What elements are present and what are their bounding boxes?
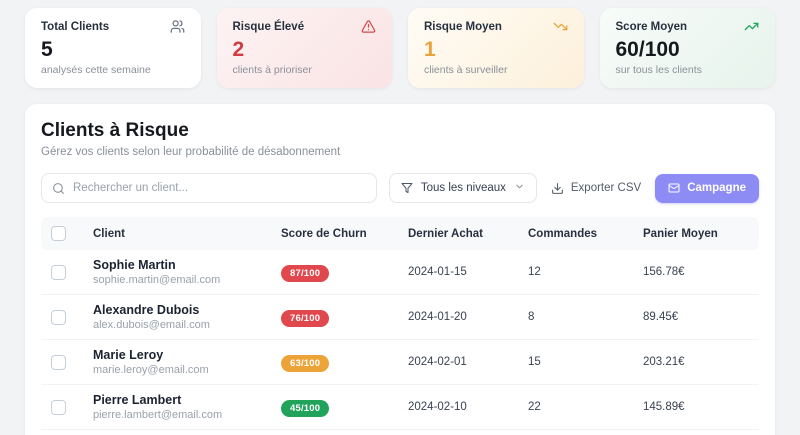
average-basket: 156.78€ [643,250,759,296]
average-basket: 198.76€ [643,429,759,435]
alert-triangle-icon [361,19,376,34]
column-header-score: Score de Churn [281,217,408,251]
stat-label: Score Moyen [615,20,688,33]
client-email: marie.leroy@email.com [93,364,209,377]
last-purchase-date: 2024-02-15 [408,429,528,435]
average-basket: 89.45€ [643,294,759,341]
client-email: alex.dubois@email.com [93,319,210,332]
row-checkbox[interactable] [51,399,66,415]
table-row: Marie Leroy marie.leroy@email.com 63/100… [41,339,759,386]
campaign-button[interactable]: Campagne [655,173,759,203]
stat-value: 5 [41,38,53,61]
clients-panel: Clients à Risque Gérez vos clients selon… [25,104,775,435]
client-email: pierre.lambert@email.com [93,409,223,422]
column-header-dernier-achat: Dernier Achat [408,217,528,251]
row-checkbox[interactable] [51,264,66,280]
client-email: sophie.martin@email.com [93,274,221,287]
stat-subtext: clients à surveiller [424,64,508,77]
trending-up-icon [744,19,759,34]
column-header-client: Client [93,217,281,251]
stat-card-total-clients: Total Clients 5 analysés cette semaine [25,8,201,89]
table-row: Camille Moreau camille.moreau@email.com … [41,429,759,435]
orders-count: 8 [528,294,643,341]
client-name: Sophie Martin [93,258,176,273]
orders-count: 12 [528,250,643,296]
orders-count: 15 [528,339,643,386]
campaign-label: Campagne [687,182,746,195]
level-filter-select[interactable]: Tous les niveaux [388,173,537,204]
table-header-row: Client Score de Churn Dernier Achat Comm… [41,217,759,251]
orders-count: 35 [528,429,643,435]
stat-label: Risque Élevé [232,20,305,33]
select-all-checkbox[interactable] [51,226,66,242]
stat-card-score-moyen: Score Moyen 60/100 sur tous les clients [599,8,775,89]
stat-card-risque-moyen: Risque Moyen 1 clients à surveiller [408,8,584,89]
stat-subtext: clients à prioriser [232,64,312,77]
last-purchase-date: 2024-02-01 [408,339,528,386]
churn-score-badge: 63/100 [281,354,330,372]
stat-value: 60/100 [615,38,680,61]
trending-down-icon [553,19,568,34]
download-icon [551,182,563,194]
filter-icon [401,183,413,194]
churn-score-badge: 76/100 [281,309,330,327]
dashboard-page: Total Clients 5 analysés cette semaine R… [0,0,800,435]
page-title: Clients à Risque [41,120,189,142]
stat-subtext: analysés cette semaine [41,64,151,77]
table-row: Alexandre Dubois alex.dubois@email.com 7… [41,294,759,341]
page-subtitle: Gérez vos clients selon leur probabilité… [41,146,341,159]
average-basket: 203.21€ [643,339,759,386]
stat-label: Total Clients [41,20,110,33]
search-input[interactable] [73,182,366,195]
churn-score-badge: 87/100 [281,264,330,282]
chevron-down-icon [514,179,525,197]
stats-row: Total Clients 5 analysés cette semaine R… [25,8,775,89]
table-row: Pierre Lambert pierre.lambert@email.com … [41,384,759,431]
export-csv-label: Exporter CSV [570,182,642,195]
clients-table: Client Score de Churn Dernier Achat Comm… [41,217,759,435]
average-basket: 145.89€ [643,384,759,431]
column-header-panier-moyen: Panier Moyen [643,217,759,251]
last-purchase-date: 2024-01-15 [408,250,528,296]
users-icon [170,19,185,34]
stat-subtext: sur tous les clients [615,64,702,77]
client-name: Marie Leroy [93,348,164,363]
export-csv-button[interactable]: Exporter CSV [549,182,643,195]
search-icon [53,182,64,194]
search-box [41,173,377,204]
client-name: Alexandre Dubois [93,303,200,318]
row-checkbox[interactable] [51,354,66,370]
orders-count: 22 [528,384,643,431]
mail-icon [668,183,680,193]
level-filter-value: Tous les niveaux [420,182,506,195]
client-name: Pierre Lambert [93,393,182,408]
row-checkbox[interactable] [51,309,66,325]
stat-label: Risque Moyen [424,20,502,33]
stat-value: 2 [232,38,245,61]
table-row: Sophie Martin sophie.martin@email.com 87… [41,250,759,296]
stat-card-risque-eleve: Risque Élevé 2 clients à prioriser [216,8,392,89]
column-header-commandes: Commandes [528,217,643,251]
last-purchase-date: 2024-02-10 [408,384,528,431]
churn-score-badge: 45/100 [281,399,330,417]
stat-value: 1 [424,38,436,61]
last-purchase-date: 2024-01-20 [408,294,528,341]
toolbar: Tous les niveaux Exporter CSV Campagne [41,173,759,204]
